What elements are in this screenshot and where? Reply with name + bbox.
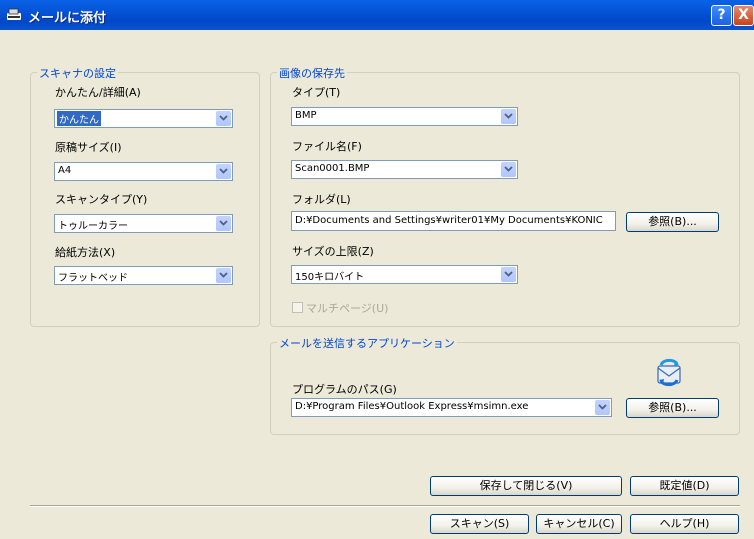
scanner-icon xyxy=(7,8,21,20)
chevron-down-icon xyxy=(219,168,228,174)
chevron-down-icon xyxy=(598,404,607,410)
program-path-select[interactable]: D:¥Program Files¥Outlook Express¥msimn.e… xyxy=(291,398,612,417)
file-name-label: ファイル名(F) xyxy=(292,140,362,153)
type-dropdown-arrow[interactable] xyxy=(501,109,516,124)
save-and-close-button[interactable]: 保存して閉じる(V) xyxy=(430,476,622,496)
chevron-down-icon xyxy=(504,271,513,277)
paper-size-label: 原稿サイズ(I) xyxy=(55,141,122,154)
window-title: メールに添付 xyxy=(28,11,107,26)
program-path-label: プログラムのパス(G) xyxy=(292,383,397,396)
size-limit-label: サイズの上限(Z) xyxy=(292,245,374,258)
size-limit-dropdown-arrow[interactable] xyxy=(501,267,516,282)
close-button[interactable]: X xyxy=(733,5,754,26)
scanner-settings-title: スキャナの設定 xyxy=(37,65,118,81)
feed-method-value: フラットベッド xyxy=(58,273,128,284)
size-limit-value: 150キロバイト xyxy=(295,272,365,283)
cancel-button[interactable]: キャンセル(C) xyxy=(536,514,622,534)
mode-select[interactable]: かんたん xyxy=(54,109,233,128)
program-browse-button[interactable]: 参照(B)... xyxy=(626,398,719,418)
scan-button[interactable]: スキャン(S) xyxy=(430,514,529,534)
program-path-dropdown-arrow[interactable] xyxy=(595,400,610,415)
chevron-down-icon xyxy=(219,220,228,226)
type-value: BMP xyxy=(295,110,317,121)
folder-field[interactable]: D:¥Documents and Settings¥writer01¥My Do… xyxy=(291,211,616,231)
chevron-down-icon xyxy=(504,113,513,119)
scan-type-value: トゥルーカラー xyxy=(58,221,128,232)
multipage-label: マルチページ(U) xyxy=(306,302,389,315)
folder-browse-button[interactable]: 参照(B)... xyxy=(626,212,719,232)
file-name-dropdown-arrow[interactable] xyxy=(501,162,516,177)
defaults-button[interactable]: 既定値(D) xyxy=(630,476,739,496)
chevron-down-icon xyxy=(219,115,228,121)
paper-size-value: A4 xyxy=(58,165,72,176)
paper-size-select[interactable]: A4 xyxy=(54,162,233,181)
type-label: タイプ(T) xyxy=(292,86,341,99)
scan-type-label: スキャンタイプ(Y) xyxy=(55,193,148,206)
outlook-express-icon xyxy=(657,358,681,387)
chevron-down-icon xyxy=(219,272,228,278)
file-name-select[interactable]: Scan0001.BMP xyxy=(291,160,518,179)
type-select[interactable]: BMP xyxy=(291,107,518,126)
feed-method-label: 給紙方法(X) xyxy=(55,246,116,259)
file-name-value: Scan0001.BMP xyxy=(295,163,370,174)
mode-value: かんたん xyxy=(57,111,101,126)
program-path-value: D:¥Program Files¥Outlook Express¥msimn.e… xyxy=(295,401,529,412)
title-bar[interactable]: メールに添付 ? X xyxy=(0,0,754,30)
scan-type-select[interactable]: トゥルーカラー xyxy=(54,214,233,233)
help-title-button[interactable]: ? xyxy=(711,5,732,26)
size-limit-select[interactable]: 150キロバイト xyxy=(291,265,518,284)
folder-label: フォルダ(L) xyxy=(292,193,351,206)
paper-size-dropdown-arrow[interactable] xyxy=(216,164,231,179)
help-button[interactable]: ヘルプ(H) xyxy=(630,514,739,534)
multipage-checkbox[interactable] xyxy=(292,302,303,313)
scan-type-dropdown-arrow[interactable] xyxy=(216,216,231,231)
folder-value: D:¥Documents and Settings¥writer01¥My Do… xyxy=(295,215,603,226)
save-destination-title: 画像の保存先 xyxy=(277,65,347,81)
chevron-down-icon xyxy=(504,166,513,172)
mode-dropdown-arrow[interactable] xyxy=(216,111,231,126)
feed-method-dropdown-arrow[interactable] xyxy=(216,268,231,283)
mode-label: かんたん/詳細(A) xyxy=(55,86,141,99)
feed-method-select[interactable]: フラットベッド xyxy=(54,266,233,285)
mail-app-title: メールを送信するアプリケーション xyxy=(277,335,457,351)
separator xyxy=(30,505,740,507)
